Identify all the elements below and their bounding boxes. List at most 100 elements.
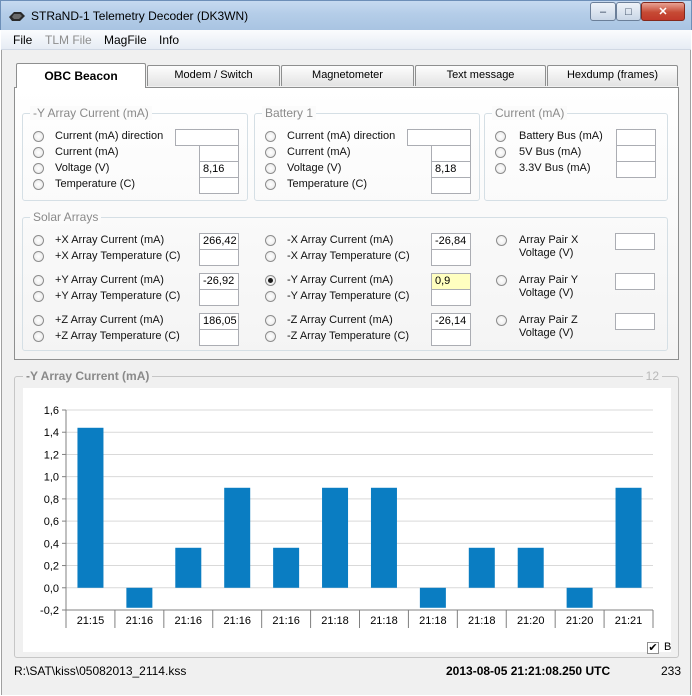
radio-bat-voltage[interactable] [265, 163, 276, 174]
radio-y-voltage[interactable] [33, 163, 44, 174]
label-pair-z-2: Voltage (V) [519, 327, 574, 339]
radio-pz-temperature[interactable] [33, 331, 44, 342]
field-ny-temperature[interactable] [431, 289, 471, 306]
menu-info[interactable]: Info [159, 33, 179, 47]
radio-bat-current[interactable] [265, 147, 276, 158]
radio-y-current-direction[interactable] [33, 131, 44, 142]
radio-py-current[interactable] [33, 275, 44, 286]
menu-file[interactable]: File [13, 33, 32, 47]
field-nz-temperature[interactable] [431, 329, 471, 346]
label-px-temperature: +X Array Temperature (C) [55, 250, 181, 262]
field-pair-y[interactable] [615, 273, 655, 290]
field-pz-temperature[interactable] [199, 329, 239, 346]
field-5v-bus[interactable] [616, 145, 656, 162]
menu-tlm-file[interactable]: TLM File [45, 33, 92, 47]
tab-modem-switch[interactable]: Modem / Switch [147, 65, 280, 86]
field-pz-current[interactable]: 186,05 [199, 313, 239, 330]
radio-3v3-bus[interactable] [495, 163, 506, 174]
radio-5v-bus[interactable] [495, 147, 506, 158]
field-px-current[interactable]: 266,42 [199, 233, 239, 250]
radio-bat-current-direction[interactable] [265, 131, 276, 142]
menu-magfile[interactable]: MagFile [104, 33, 147, 47]
maximize-button[interactable]: □ [616, 2, 641, 21]
field-3v3-bus[interactable] [616, 161, 656, 178]
field-battery-bus[interactable] [616, 129, 656, 146]
x-tick-label: 21:16 [126, 615, 154, 627]
x-tick-label: 21:18 [370, 615, 398, 627]
field-nx-current[interactable]: -26,84 [431, 233, 471, 250]
y-tick-label: 0,8 [44, 494, 59, 506]
minimize-button[interactable]: – [590, 2, 616, 21]
field-px-temperature[interactable] [199, 249, 239, 266]
menu-bar: File TLM File MagFile Info [1, 30, 691, 50]
status-timestamp: 2013-08-05 21:21:08.250 UTC [446, 664, 611, 678]
bar [566, 587, 593, 608]
window-title: STRaND-1 Telemetry Decoder (DK3WN) [31, 9, 249, 23]
group-y-array: -Y Array Current (mA) Current (mA) direc… [22, 106, 248, 201]
y-tick-label: 1,6 [44, 405, 59, 417]
radio-ny-temperature[interactable] [265, 291, 276, 302]
label-bat-temperature: Temperature (C) [287, 178, 368, 190]
x-tick-label: 21:16 [175, 615, 203, 627]
obc-beacon-panel: -Y Array Current (mA) Current (mA) direc… [14, 87, 679, 360]
radio-px-temperature[interactable] [33, 251, 44, 262]
x-tick-label: 21:16 [272, 615, 300, 627]
y-tick-label: 1,4 [44, 427, 59, 439]
radio-battery-bus[interactable] [495, 131, 506, 142]
chart-panel-title: -Y Array Current (mA) [23, 369, 153, 383]
label-px-current: +X Array Current (mA) [55, 234, 165, 246]
field-y-current[interactable] [199, 145, 239, 162]
radio-bat-temperature[interactable] [265, 179, 276, 190]
radio-nx-temperature[interactable] [265, 251, 276, 262]
field-y-temperature[interactable] [199, 177, 239, 194]
close-button[interactable]: ✕ [641, 2, 685, 21]
field-nz-current[interactable]: -26,14 [431, 313, 471, 330]
field-pair-z[interactable] [615, 313, 655, 330]
y-tick-label: 0,4 [44, 538, 59, 550]
group-solar-arrays: Solar Arrays +X Array Current (mA) 266,4… [22, 210, 668, 351]
radio-ny-current[interactable] [265, 275, 276, 286]
satellite-app-icon [9, 12, 25, 21]
label-5v-bus: 5V Bus (mA) [519, 146, 582, 158]
radio-nz-temperature[interactable] [265, 331, 276, 342]
radio-px-current[interactable] [33, 235, 44, 246]
label-nz-current: -Z Array Current (mA) [287, 314, 393, 326]
b-checkbox[interactable]: ✔ [647, 642, 659, 654]
field-pair-x[interactable] [615, 233, 655, 250]
radio-py-temperature[interactable] [33, 291, 44, 302]
field-bat-current[interactable] [431, 145, 471, 162]
radio-nx-current[interactable] [265, 235, 276, 246]
title-bar[interactable]: STRaND-1 Telemetry Decoder (DK3WN) – □ ✕ [0, 0, 692, 30]
radio-y-current[interactable] [33, 147, 44, 158]
label-pz-temperature: +Z Array Temperature (C) [55, 330, 180, 342]
y-tick-label: 0,6 [44, 516, 59, 528]
label-pair-x-2: Voltage (V) [519, 247, 574, 259]
status-frame-count: 233 [661, 664, 682, 678]
field-py-current[interactable]: -26,92 [199, 273, 239, 290]
radio-nz-current[interactable] [265, 315, 276, 326]
field-y-current-direction[interactable] [175, 129, 239, 146]
radio-pair-x[interactable] [496, 235, 507, 246]
radio-pair-y[interactable] [496, 275, 507, 286]
b-checkbox-label: B [664, 641, 672, 653]
field-py-temperature[interactable] [199, 289, 239, 306]
bar [468, 547, 495, 588]
field-bat-temperature[interactable] [431, 177, 471, 194]
radio-pair-z[interactable] [496, 315, 507, 326]
radio-pz-current[interactable] [33, 315, 44, 326]
field-bat-current-direction[interactable] [407, 129, 471, 146]
field-y-voltage[interactable]: 8,16 [199, 161, 239, 178]
tab-hexdump[interactable]: Hexdump (frames) [547, 65, 678, 86]
tab-text-message[interactable]: Text message [415, 65, 546, 86]
bar-chart: -0,2 0,0 0,2 0,4 0,6 0,8 1,0 1,2 1,4 1,6 21:15 21:1… [40, 405, 654, 628]
label-pair-y-1: Array Pair Y [519, 274, 579, 286]
radio-y-temperature[interactable] [33, 179, 44, 190]
field-ny-current[interactable]: 0,9 [431, 273, 471, 290]
label-nz-temperature: -Z Array Temperature (C) [287, 330, 410, 342]
field-nx-temperature[interactable] [431, 249, 471, 266]
tab-obc-beacon[interactable]: OBC Beacon [16, 63, 146, 88]
bar [370, 487, 397, 588]
tab-magnetometer[interactable]: Magnetometer [281, 65, 414, 86]
label-bat-current: Current (mA) [287, 146, 351, 158]
field-bat-voltage[interactable]: 8,18 [431, 161, 471, 178]
